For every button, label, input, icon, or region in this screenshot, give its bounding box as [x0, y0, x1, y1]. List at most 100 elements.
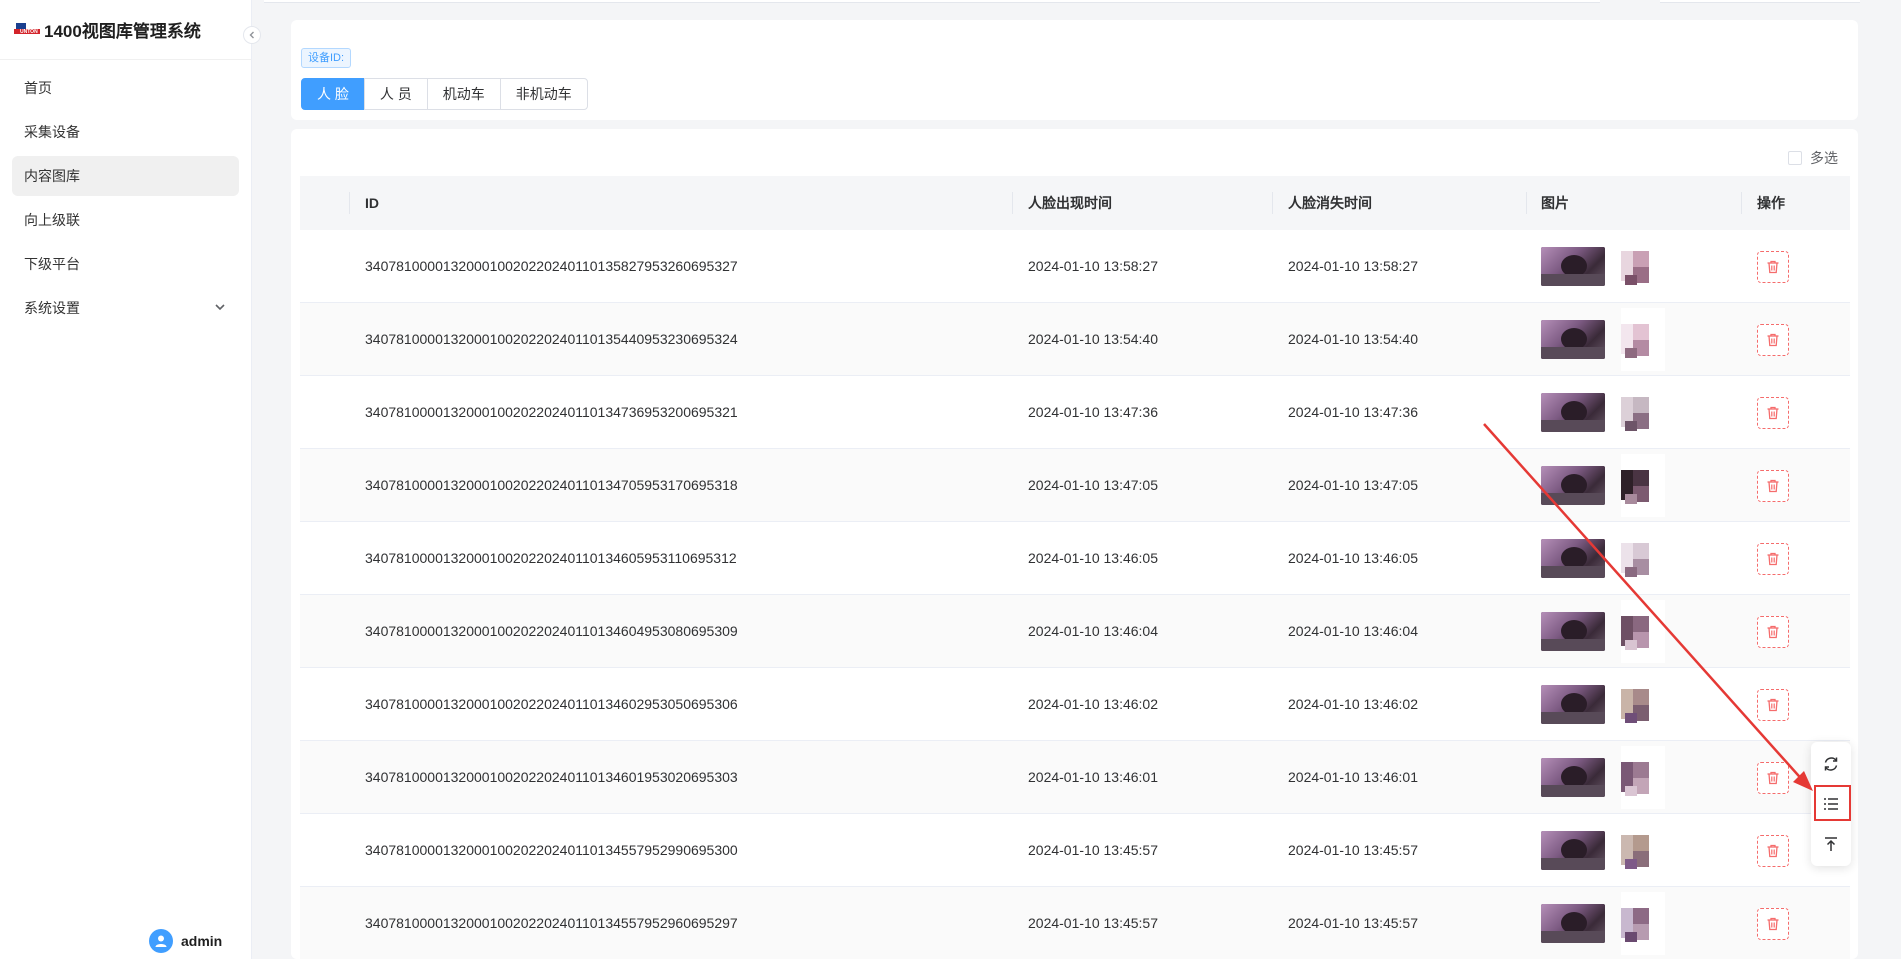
trash-icon: [1767, 698, 1779, 712]
top-stub: [264, 0, 1861, 6]
sidebar-item-label: 系统设置: [24, 300, 80, 316]
scene-image-thumbnail[interactable]: [1541, 393, 1605, 432]
cell-id: 3407810000132000100202202401101358279532…: [365, 258, 738, 274]
sidebar-item-system-settings[interactable]: 系统设置: [12, 288, 239, 328]
app-title: 1400视图库管理系统: [44, 22, 201, 41]
multi-select-label: 多选: [1810, 150, 1838, 166]
table-row[interactable]: 3407810000132000100202202401101346029530…: [300, 668, 1850, 741]
cell-disappear-time: 2024-01-10 13:46:01: [1288, 769, 1418, 785]
column-header-appear-time: 人脸出现时间: [1028, 195, 1112, 211]
user-icon: [155, 935, 167, 947]
face-image-thumbnail[interactable]: [1621, 308, 1665, 371]
cell-appear-time: 2024-01-10 13:47:36: [1028, 404, 1158, 420]
delete-button[interactable]: [1757, 543, 1789, 575]
face-image-thumbnail[interactable]: [1621, 892, 1665, 955]
logo-text: UNTON: [20, 28, 38, 35]
tab-non-motor-vehicle[interactable]: 非机动车: [499, 78, 588, 110]
scene-image-thumbnail[interactable]: [1541, 685, 1605, 724]
sidebar-item-content-gallery[interactable]: 内容图库: [12, 156, 239, 196]
cell-appear-time: 2024-01-10 13:46:01: [1028, 769, 1158, 785]
delete-button[interactable]: [1757, 689, 1789, 721]
cell-disappear-time: 2024-01-10 13:47:36: [1288, 404, 1418, 420]
sidebar-menu: 首页 采集设备 内容图库 向上级联 下级平台 系统设置: [0, 68, 251, 328]
refresh-icon: [1824, 757, 1838, 771]
cell-appear-time: 2024-01-10 13:46:02: [1028, 696, 1158, 712]
table-body: 3407810000132000100202202401101358279532…: [300, 230, 1850, 959]
scene-image-thumbnail[interactable]: [1541, 466, 1605, 505]
cell-disappear-time: 2024-01-10 13:45:57: [1288, 842, 1418, 858]
trash-icon: [1767, 771, 1779, 785]
tab-motor-vehicle[interactable]: 机动车: [426, 78, 501, 110]
table-row[interactable]: 3407810000132000100202202401101347059531…: [300, 449, 1850, 522]
column-header-actions: 操作: [1757, 195, 1785, 211]
scene-image-thumbnail[interactable]: [1541, 612, 1605, 651]
sidebar-item-devices[interactable]: 采集设备: [12, 112, 239, 152]
scene-image-thumbnail[interactable]: [1541, 904, 1605, 943]
cell-appear-time: 2024-01-10 13:46:04: [1028, 623, 1158, 639]
cell-id: 3407810000132000100202202401101346059531…: [365, 550, 737, 566]
face-image-thumbnail[interactable]: [1621, 235, 1665, 298]
table-row[interactable]: 3407810000132000100202202401101345579529…: [300, 887, 1850, 959]
delete-button[interactable]: [1757, 470, 1789, 502]
cell-disappear-time: 2024-01-10 13:46:02: [1288, 696, 1418, 712]
cell-id: 3407810000132000100202202401101354409532…: [365, 331, 738, 347]
cell-disappear-time: 2024-01-10 13:47:05: [1288, 477, 1418, 493]
delete-button[interactable]: [1757, 616, 1789, 648]
cell-id: 3407810000132000100202202401101347059531…: [365, 477, 738, 493]
back-to-top-icon: [1825, 837, 1837, 851]
back-to-top-button[interactable]: [1811, 824, 1851, 864]
delete-button[interactable]: [1757, 908, 1789, 940]
table-card: 多选 ID 人脸出现时间 人脸消失时间 图片 操作 34078100001320…: [291, 129, 1858, 959]
sidebar-item-home[interactable]: 首页: [12, 68, 239, 108]
multi-select-checkbox[interactable]: 多选: [1788, 148, 1838, 168]
sidebar-collapse-button[interactable]: [243, 26, 261, 44]
avatar: [149, 929, 173, 953]
table-row[interactable]: 3407810000132000100202202401101345579529…: [300, 814, 1850, 887]
refresh-button[interactable]: [1811, 744, 1851, 784]
cell-disappear-time: 2024-01-10 13:46:05: [1288, 550, 1418, 566]
face-image-thumbnail[interactable]: [1621, 673, 1665, 736]
trash-icon: [1767, 917, 1779, 931]
table-row[interactable]: 3407810000132000100202202401101346059531…: [300, 522, 1850, 595]
table-row[interactable]: 3407810000132000100202202401101346049530…: [300, 595, 1850, 668]
delete-button[interactable]: [1757, 324, 1789, 356]
face-image-thumbnail[interactable]: [1621, 746, 1665, 809]
scene-image-thumbnail[interactable]: [1541, 247, 1605, 286]
sidebar-item-lower-platform[interactable]: 下级平台: [12, 244, 239, 284]
cell-id: 3407810000132000100202202401101346019530…: [365, 769, 738, 785]
face-image-thumbnail[interactable]: [1621, 819, 1665, 882]
table-row[interactable]: 3407810000132000100202202401101358279532…: [300, 230, 1850, 303]
delete-button[interactable]: [1757, 835, 1789, 867]
table-row[interactable]: 3407810000132000100202202401101354409532…: [300, 303, 1850, 376]
device-id-tag: 设备ID:: [301, 48, 352, 68]
trash-icon: [1767, 479, 1779, 493]
trash-icon: [1767, 844, 1779, 858]
scene-image-thumbnail[interactable]: [1541, 539, 1605, 578]
scene-image-thumbnail[interactable]: [1541, 758, 1605, 797]
cell-id: 3407810000132000100202202401101345579529…: [365, 842, 738, 858]
sidebar-item-label: 下级平台: [24, 256, 80, 272]
face-image-thumbnail[interactable]: [1621, 454, 1665, 517]
type-tabs: 人 脸 人 员 机动车 非机动车: [301, 78, 588, 110]
face-image-thumbnail[interactable]: [1621, 527, 1665, 590]
column-header-image: 图片: [1541, 195, 1569, 211]
scene-image-thumbnail[interactable]: [1541, 831, 1605, 870]
delete-button[interactable]: [1757, 397, 1789, 429]
sidebar: UNTON 1400视图库管理系统 首页 采集设备 内容图库 向上级联 下级平台…: [0, 0, 252, 959]
user-name: admin: [181, 933, 223, 949]
tab-person[interactable]: 人 员: [363, 78, 428, 110]
table-row[interactable]: 3407810000132000100202202401101346019530…: [300, 741, 1850, 814]
scene-image-thumbnail[interactable]: [1541, 320, 1605, 359]
tab-face[interactable]: 人 脸: [301, 78, 365, 110]
delete-button[interactable]: [1757, 762, 1789, 794]
sidebar-item-upper-cascade[interactable]: 向上级联: [12, 200, 239, 240]
delete-button[interactable]: [1757, 251, 1789, 283]
brand: UNTON 1400视图库管理系统: [0, 0, 251, 60]
checkbox[interactable]: [1788, 151, 1802, 165]
trash-icon: [1767, 333, 1779, 347]
user-profile[interactable]: admin: [149, 929, 222, 953]
table-row[interactable]: 3407810000132000100202202401101347369532…: [300, 376, 1850, 449]
face-image-thumbnail[interactable]: [1621, 600, 1665, 663]
filter-card: 设备ID: 人 脸 人 员 机动车 非机动车: [291, 20, 1858, 120]
face-image-thumbnail[interactable]: [1621, 381, 1665, 444]
